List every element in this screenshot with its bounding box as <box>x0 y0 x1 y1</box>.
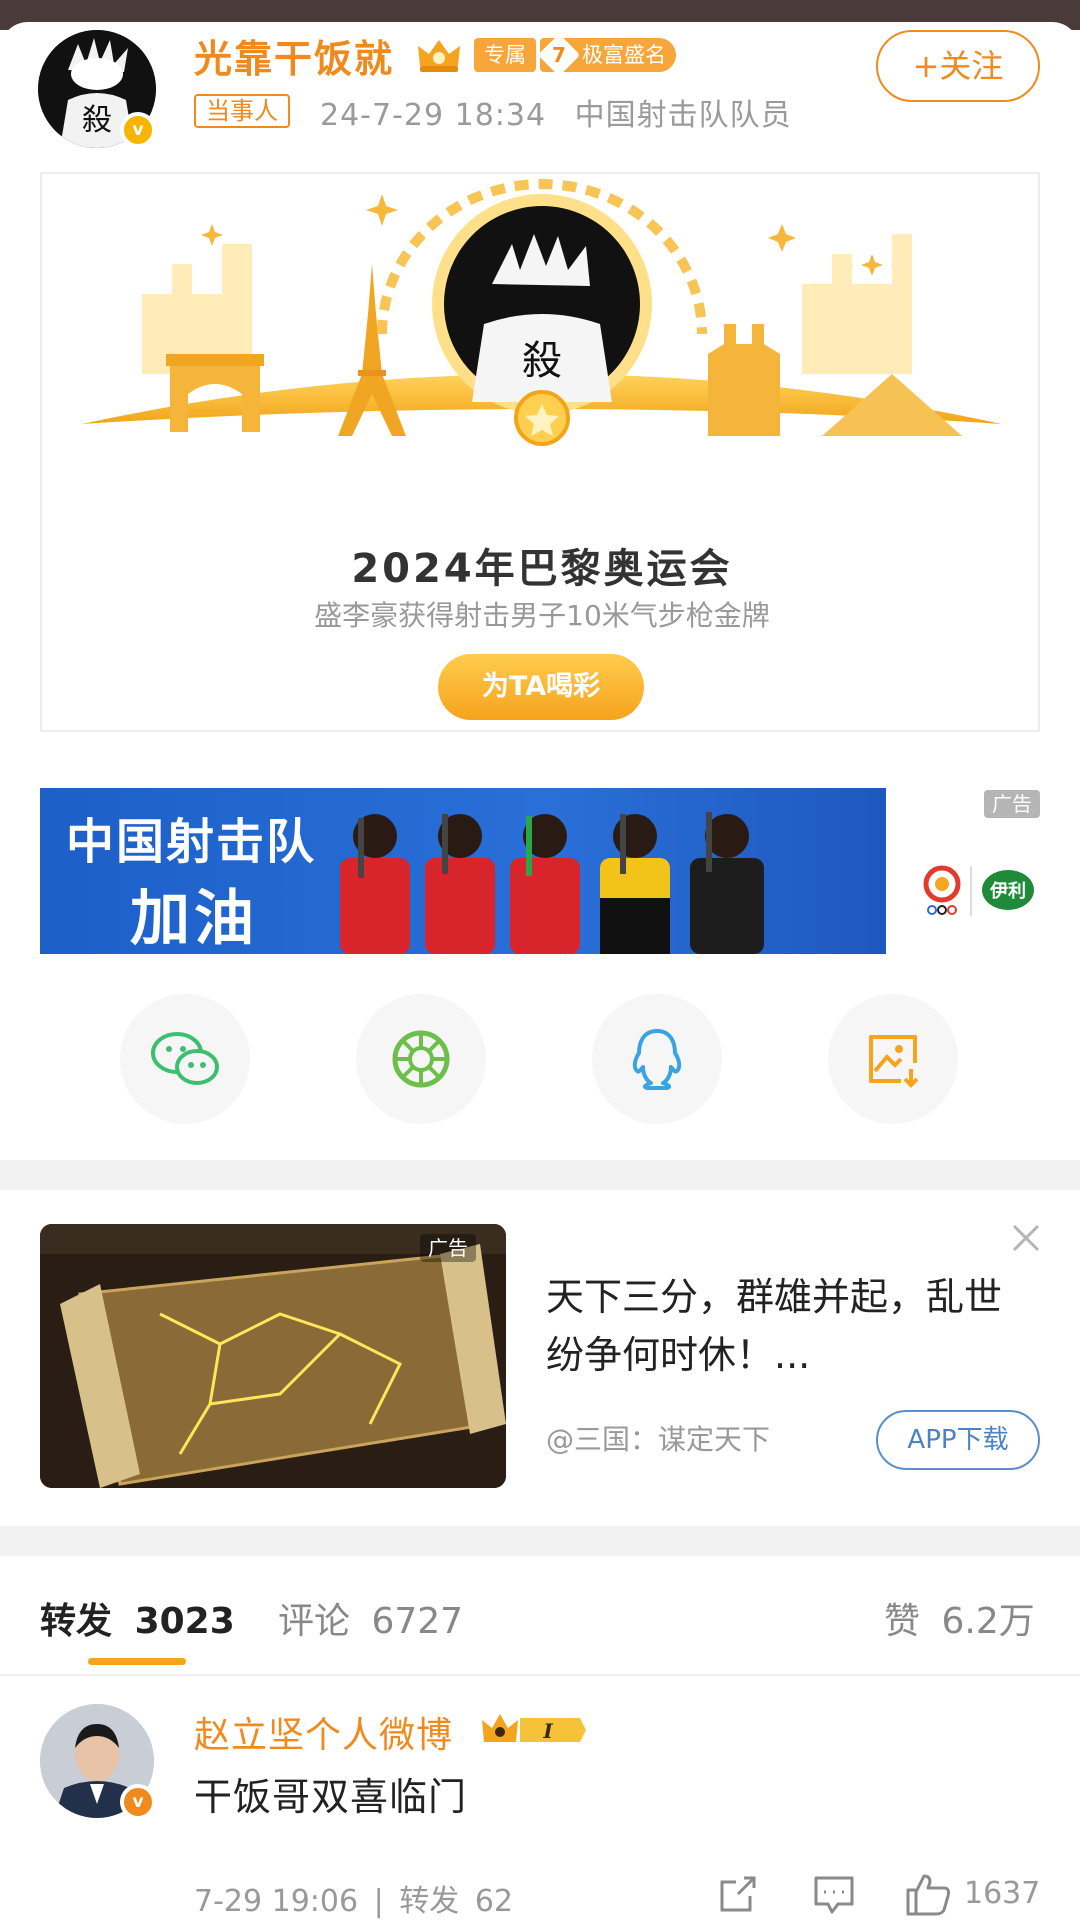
share-wechat-button[interactable] <box>120 994 250 1124</box>
tab-reposts[interactable]: 转发 3023 <box>40 1592 235 1644</box>
share-moments-button[interactable] <box>356 994 486 1124</box>
brand-mark: 伊利 <box>989 880 1026 902</box>
member-level: I <box>542 1719 553 1743</box>
author-name[interactable]: 光靠干饭就 <box>194 28 394 83</box>
section-gap <box>0 1160 1080 1190</box>
party-tag: 当事人 <box>194 94 290 128</box>
sponsor-logos: 伊利 <box>923 865 1034 916</box>
exclusive-tag: 专属 <box>474 38 536 72</box>
crown-badge-icon <box>418 40 460 72</box>
game-ad-text[interactable]: 天下三分，群雄并起，乱世纷争何时休！... <box>546 1268 1026 1384</box>
active-tab-indicator <box>88 1658 186 1665</box>
avatar-glyph: 殺 <box>82 103 112 138</box>
tab-comments[interactable]: 评论 6727 <box>278 1592 463 1644</box>
post-timestamp: 24-7-29 18:34 <box>320 98 547 133</box>
banner-ad-image: 中国射击队 加油 <box>40 788 886 954</box>
comment-repost-count: 62 <box>474 1884 514 1919</box>
game-ad-source[interactable]: @三国：谋定天下 <box>546 1418 770 1458</box>
paris-skyline-illustration: 殺 <box>42 179 1038 534</box>
card-title: 2024年巴黎奥运会 <box>351 546 733 592</box>
close-ad-icon[interactable] <box>1010 1222 1042 1254</box>
card-subtitle: 盛李豪获得射击男子10米气步枪金牌 <box>314 599 770 632</box>
save-image-button[interactable] <box>828 994 958 1124</box>
comment-text: 干饭哥双喜临门 <box>194 1775 468 1819</box>
member-level-badge-icon: I <box>482 1714 586 1743</box>
banner-slogan: 加油 <box>130 884 258 954</box>
wechat-icon <box>151 1032 219 1085</box>
comment-like-count: 1637 <box>964 1876 1041 1911</box>
share-qq-button[interactable] <box>592 994 722 1124</box>
scroll-map-illustration <box>40 1224 506 1488</box>
banner-headline: 中国射击队 <box>66 814 317 870</box>
game-ad-image[interactable]: 广告 <box>40 1224 506 1488</box>
tab-likes[interactable]: 赞 6.2万 <box>884 1592 1035 1644</box>
ad-label: 广告 <box>984 790 1040 818</box>
comment-meta: 7-29 19:06 | 转发 62 <box>194 1884 514 1919</box>
comment-repost-label: 转发 <box>399 1884 460 1919</box>
app-download-button[interactable]: APP下载 <box>876 1410 1040 1470</box>
qq-icon <box>632 1029 682 1090</box>
rich-level-tag: 7 极富盛名 <box>537 33 676 77</box>
comment-icon[interactable] <box>812 1872 856 1916</box>
game-ad-label: 广告 <box>420 1234 476 1262</box>
moments-icon <box>392 1030 450 1088</box>
like-icon[interactable] <box>904 1870 952 1918</box>
save-image-icon <box>869 1035 919 1088</box>
commenter-name[interactable]: 赵立坚个人微博 <box>194 1706 453 1758</box>
comment-time: 7-29 19:06 <box>194 1884 359 1919</box>
olympic-medal-card[interactable]: 殺 2024年巴黎奥运会 盛李豪获得射击男子10米气步枪金牌 为TA喝彩 <box>40 172 1040 732</box>
rich-level-label: 极富盛名 <box>582 43 666 67</box>
cheer-button[interactable]: 为TA喝彩 <box>438 654 644 720</box>
level-diamond-icon: 7 <box>537 33 581 77</box>
post-sheet: 殺 v 光靠干饭就 专属 7 极富盛名 +关注 当事人 24-7-29 18:3… <box>0 22 1080 1932</box>
verified-badge-icon: v <box>120 112 156 148</box>
follow-button[interactable]: +关注 <box>876 30 1040 102</box>
banner-ad[interactable]: 中国射击队 加油 广告 伊利 <box>40 788 1040 954</box>
card-avatar-glyph: 殺 <box>522 338 562 384</box>
author-title: 中国射击队队员 <box>574 98 792 133</box>
post-meta: 24-7-29 18:34 中国射击队队员 <box>320 90 792 134</box>
tabs-divider <box>0 1674 1080 1676</box>
repost-icon[interactable] <box>716 1872 760 1916</box>
commenter-verified-icon: v <box>120 1784 156 1820</box>
section-gap-2 <box>0 1526 1080 1556</box>
